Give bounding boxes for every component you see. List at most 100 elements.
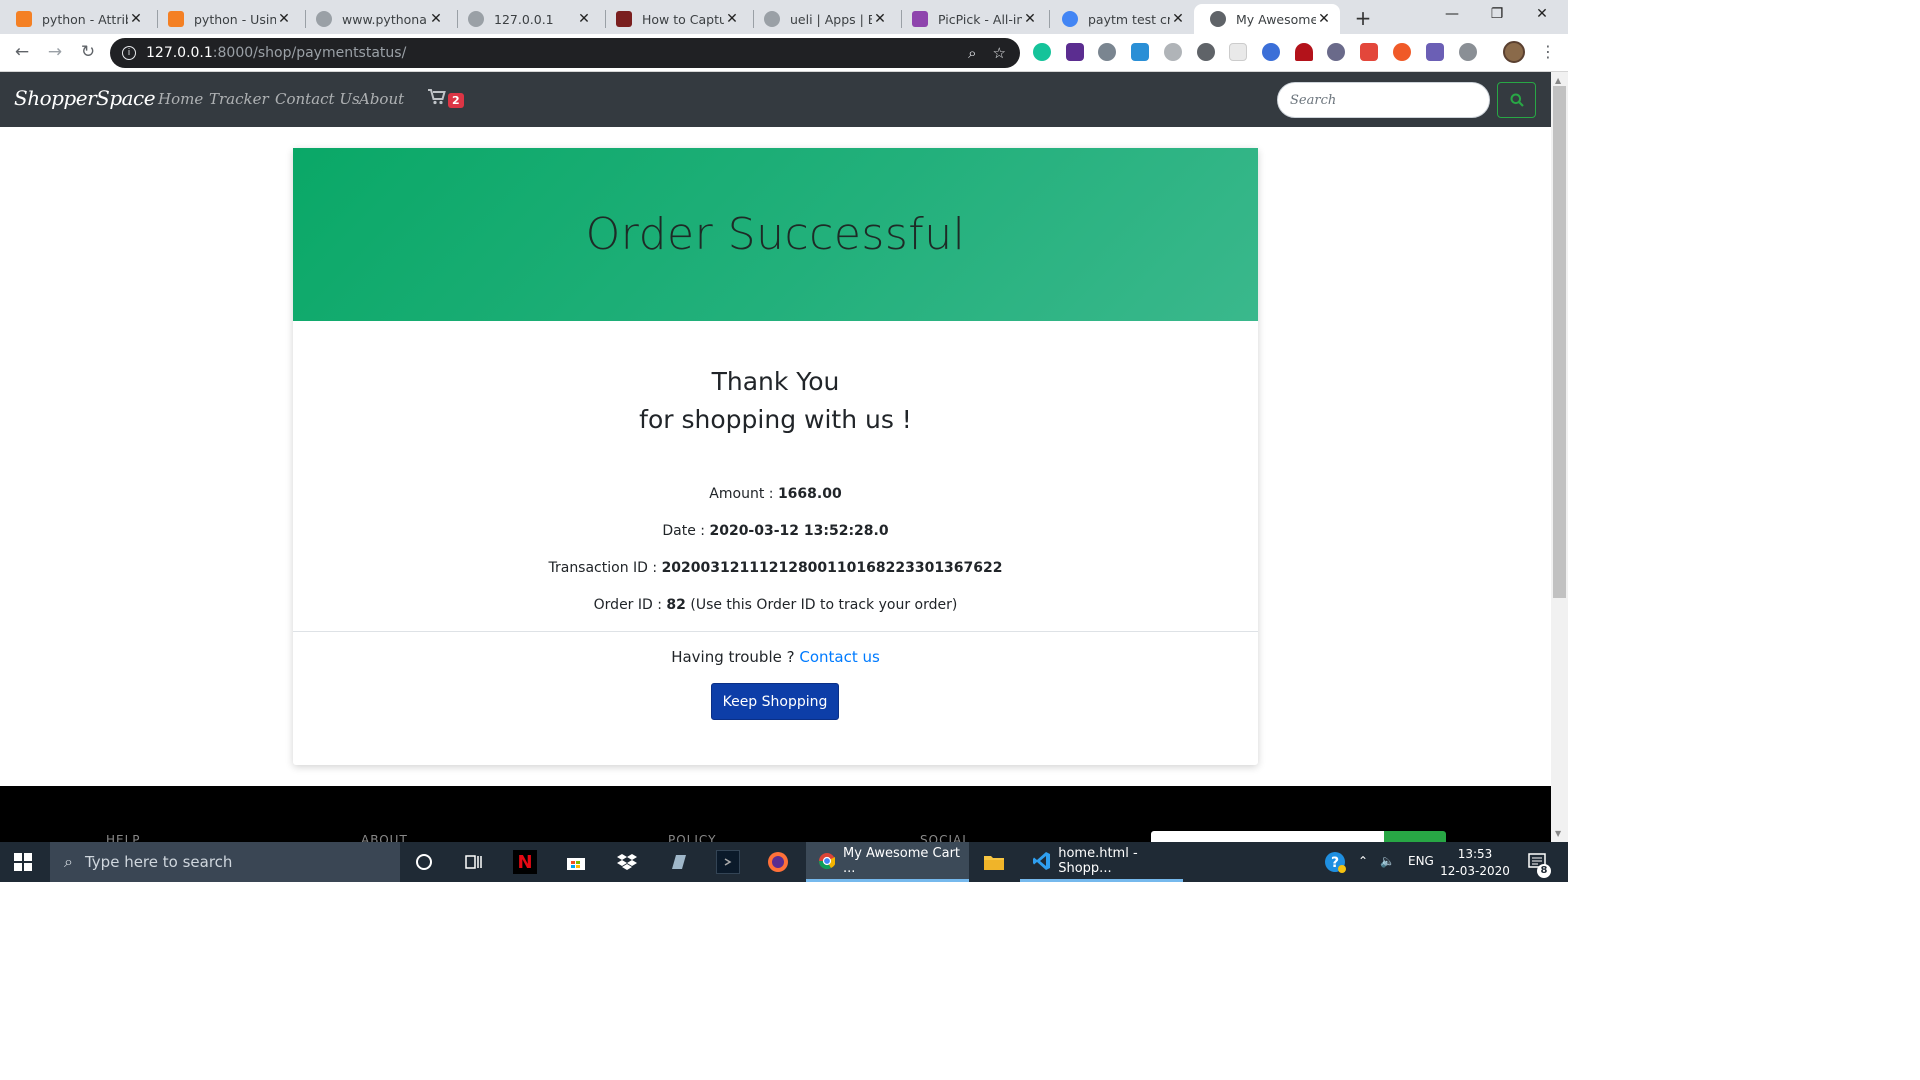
- contact-us-link[interactable]: Contact us: [799, 648, 879, 666]
- close-tab-icon[interactable]: ✕: [276, 11, 292, 27]
- profile-avatar[interactable]: [1503, 41, 1525, 63]
- order-id-label: Order ID :: [593, 597, 667, 613]
- newsletter-input[interactable]: [1151, 831, 1384, 842]
- chrome-icon: [818, 852, 835, 869]
- megaphone-extension-icon[interactable]: [1360, 43, 1378, 61]
- browser-tab[interactable]: 127.0.0.1 ✕: [452, 4, 600, 34]
- site-search-input[interactable]: [1277, 82, 1490, 118]
- site-info-icon[interactable]: i: [122, 46, 136, 60]
- svg-text:?: ?: [1331, 855, 1339, 871]
- forward-arrow-icon[interactable]: →: [45, 42, 65, 62]
- taskbar-app-vscode[interactable]: home.html - Shopp...: [1020, 842, 1183, 882]
- picpick-favicon-icon: [912, 11, 928, 27]
- system-clock[interactable]: 13:53 12-03-2020: [1440, 846, 1510, 880]
- screenshot-extension-icon[interactable]: [1131, 43, 1149, 61]
- amount-label: Amount :: [709, 486, 778, 502]
- browser-tab[interactable]: PicPick - All-in- ✕: [896, 4, 1046, 34]
- netflix-icon[interactable]: N: [513, 850, 537, 874]
- cart-icon[interactable]: [428, 89, 446, 109]
- notes-app-icon[interactable]: [666, 850, 690, 874]
- store-icon[interactable]: [564, 850, 588, 874]
- close-tab-icon[interactable]: ✕: [1316, 11, 1332, 27]
- mask-extension-icon[interactable]: [1327, 43, 1345, 61]
- close-tab-icon[interactable]: ✕: [1022, 11, 1038, 27]
- site-brand[interactable]: ShopperSpace: [14, 86, 156, 110]
- tab-title: python - Attrib: [42, 11, 128, 27]
- taskbar-app-chrome[interactable]: My Awesome Cart ...: [806, 842, 969, 882]
- terminal-icon[interactable]: [716, 850, 740, 874]
- browser-tab[interactable]: How to Captur ✕: [600, 4, 748, 34]
- help-icon[interactable]: ?: [1323, 850, 1347, 874]
- globe-extension-icon[interactable]: [1164, 43, 1182, 61]
- eyedropper-extension-icon[interactable]: [1426, 43, 1444, 61]
- footer-heading-social: SOCIAL: [920, 833, 970, 842]
- amount-row: Amount : 1668.00: [293, 486, 1258, 502]
- close-tab-icon[interactable]: ✕: [128, 11, 144, 27]
- thanks-line-2: for shopping with us !: [639, 405, 912, 434]
- dropbox-icon[interactable]: [615, 850, 639, 874]
- site-footer: HELP ABOUT POLICY SOCIAL: [0, 786, 1551, 842]
- minimize-button[interactable]: —: [1442, 6, 1462, 22]
- close-tab-icon[interactable]: ✕: [576, 11, 592, 27]
- close-tab-icon[interactable]: ✕: [1170, 11, 1186, 27]
- clock-date: 12-03-2020: [1440, 864, 1510, 878]
- newsletter-button[interactable]: [1384, 831, 1446, 842]
- close-tab-icon[interactable]: ✕: [724, 11, 740, 27]
- new-tab-button[interactable]: +: [1353, 6, 1373, 30]
- electron-favicon-icon: [764, 11, 780, 27]
- scroll-down-arrow-icon[interactable]: ▼: [1555, 829, 1561, 838]
- volume-icon[interactable]: 🔈: [1380, 854, 1395, 868]
- input-language[interactable]: ENG: [1408, 854, 1434, 868]
- footer-heading-help: HELP: [106, 833, 141, 842]
- footer-heading-policy: POLICY: [668, 833, 717, 842]
- taskbar-search-box[interactable]: ⌕ Type here to search: [50, 842, 400, 882]
- url-path: :8000/shop/paymentstatus/: [212, 45, 407, 61]
- nav-link-contact[interactable]: Contact Us: [275, 90, 360, 108]
- site-search-button[interactable]: [1497, 82, 1536, 118]
- bookmark-star-icon[interactable]: ☆: [993, 44, 1006, 62]
- firefox-icon[interactable]: [766, 850, 790, 874]
- chat-extension-icon[interactable]: [1459, 43, 1477, 61]
- windows-start-icon[interactable]: [14, 853, 32, 871]
- calendar-extension-icon[interactable]: [1229, 43, 1247, 61]
- cortana-icon[interactable]: [412, 850, 436, 874]
- zoom-icon[interactable]: ⌕: [968, 44, 976, 62]
- browser-tab[interactable]: www.pythonan ✕: [300, 4, 452, 34]
- taskbar-app-label: My Awesome Cart ...: [842, 845, 961, 876]
- help-row: Having trouble ? Contact us: [293, 648, 1258, 666]
- python-site-favicon-icon: [316, 11, 332, 27]
- tray-expand-chevron-icon[interactable]: ⌃: [1358, 854, 1368, 868]
- nav-link-home[interactable]: Home: [158, 90, 203, 108]
- scroll-up-arrow-icon[interactable]: ▲: [1555, 76, 1561, 85]
- task-view-icon[interactable]: [462, 850, 486, 874]
- recycle-extension-icon[interactable]: [1098, 43, 1116, 61]
- browser-tab[interactable]: ueli | Apps | Ele ✕: [748, 4, 896, 34]
- infinity-extension-icon[interactable]: [1393, 43, 1411, 61]
- order-status-card: Order Successful Thank You for shopping …: [293, 148, 1258, 765]
- back-arrow-icon[interactable]: ←: [12, 42, 32, 62]
- keep-shopping-button[interactable]: Keep Shopping: [711, 683, 839, 720]
- browser-tab[interactable]: python - Attrib ✕: [0, 4, 152, 34]
- browser-toolbar: ← → ↻ i 127.0.0.1:8000/shop/paymentstatu…: [0, 34, 1568, 72]
- order-id-note: (Use this Order ID to track your order): [685, 597, 958, 613]
- cube-extension-icon[interactable]: [1066, 43, 1084, 61]
- browser-tab[interactable]: python - Using ✕: [152, 4, 300, 34]
- close-tab-icon[interactable]: ✕: [872, 11, 888, 27]
- scrollbar-thumb[interactable]: [1553, 86, 1566, 598]
- file-explorer-icon[interactable]: [982, 850, 1006, 874]
- speed-extension-icon[interactable]: [1197, 43, 1215, 61]
- reload-icon[interactable]: ↻: [78, 42, 98, 62]
- nav-link-tracker[interactable]: Tracker: [209, 90, 269, 108]
- browser-tab[interactable]: paytm test cre ✕: [1046, 4, 1194, 34]
- compass-extension-icon[interactable]: [1262, 43, 1280, 61]
- browser-menu-icon[interactable]: ⋮: [1540, 42, 1556, 61]
- chess-extension-icon[interactable]: [1295, 43, 1313, 61]
- window-close-button[interactable]: ✕: [1532, 6, 1552, 22]
- browser-tab-active[interactable]: My Awesome C ✕: [1194, 4, 1340, 34]
- address-bar[interactable]: i 127.0.0.1:8000/shop/paymentstatus/ ⌕ ☆: [110, 38, 1020, 68]
- restore-button[interactable]: ❐: [1487, 6, 1507, 22]
- close-tab-icon[interactable]: ✕: [428, 11, 444, 27]
- nav-link-about[interactable]: About: [359, 90, 404, 108]
- date-row: Date : 2020-03-12 13:52:28.0: [293, 523, 1258, 539]
- grammarly-extension-icon[interactable]: [1033, 43, 1051, 61]
